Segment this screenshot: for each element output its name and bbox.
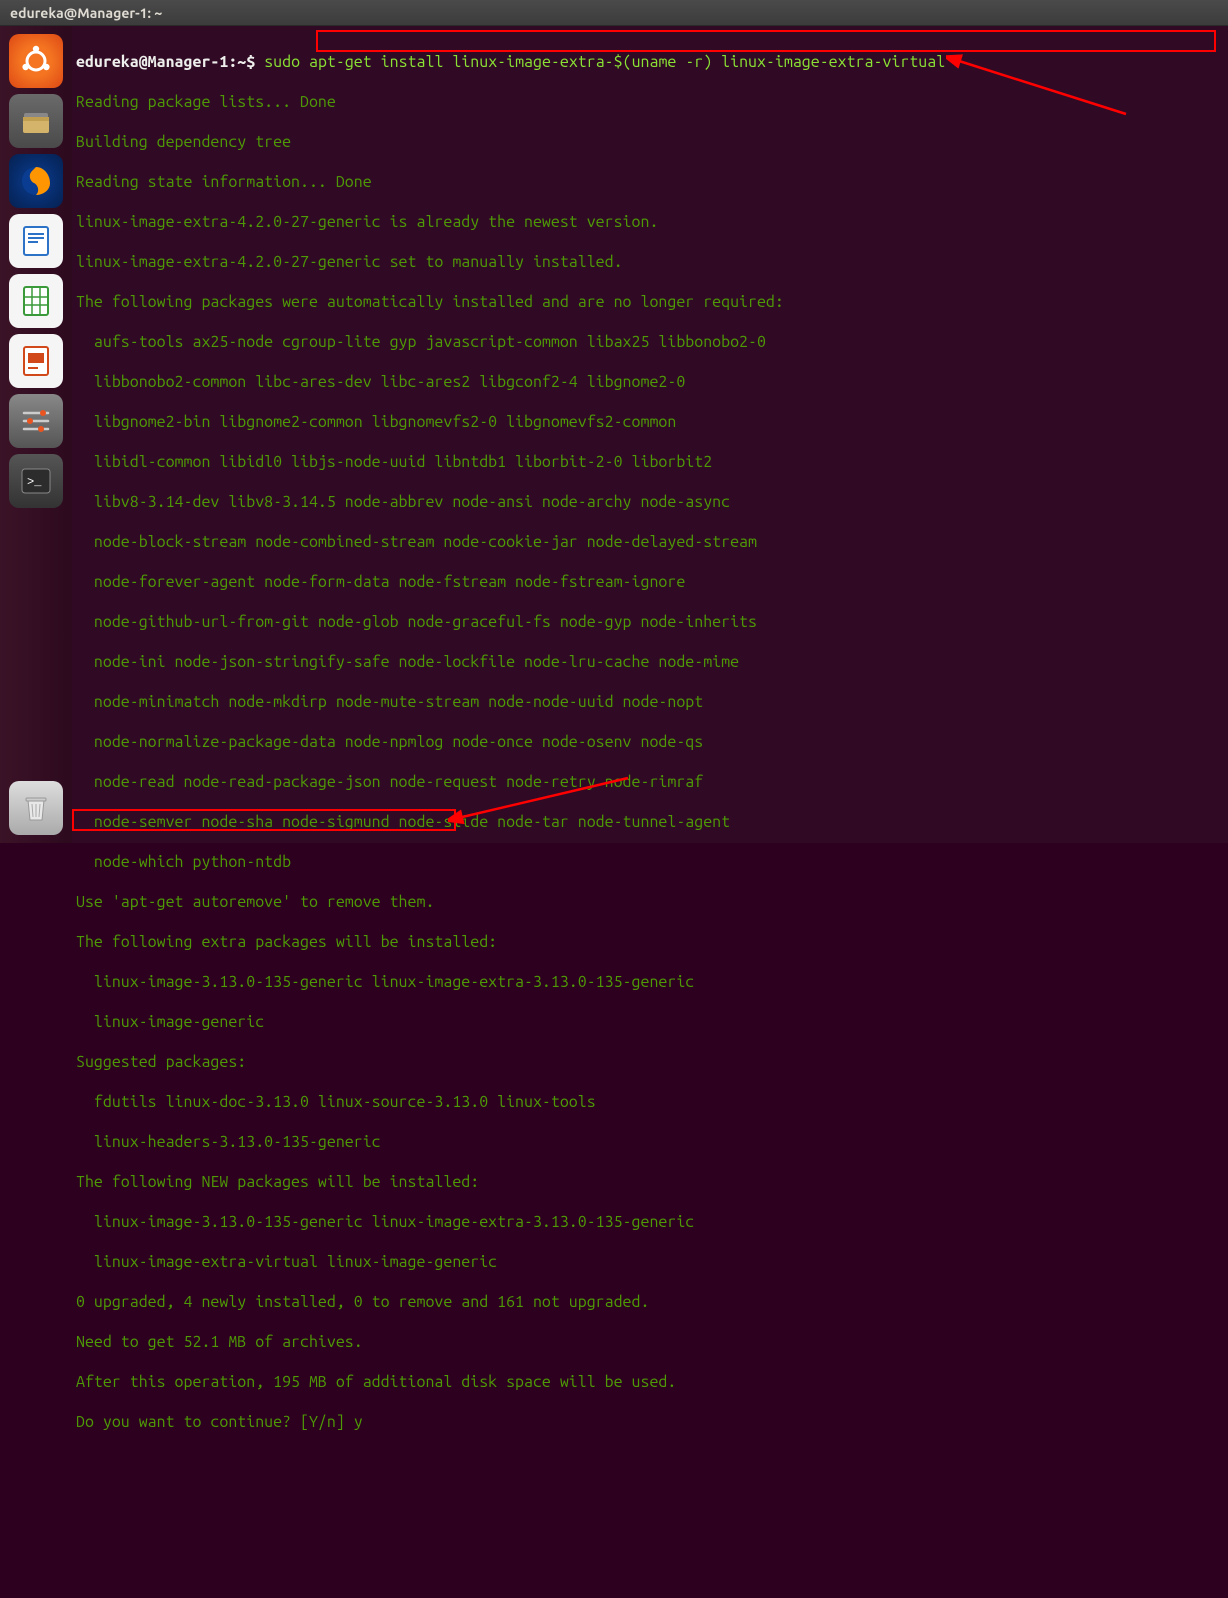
output-line: After this operation, 195 MB of addition… (76, 1372, 1224, 1392)
prompt-dollar: $ (246, 53, 255, 71)
output-line: The following extra packages will be ins… (76, 932, 1224, 952)
output-line: Reading package lists... Done (76, 92, 1224, 112)
output-line: node-normalize-package-data node-npmlog … (76, 732, 1224, 752)
output-line: node-read node-read-package-json node-re… (76, 772, 1224, 792)
launcher-impress[interactable] (9, 334, 63, 388)
writer-icon (18, 223, 54, 259)
output-line: node-minimatch node-mkdirp node-mute-str… (76, 692, 1224, 712)
output-line: libgnome2-bin libgnome2-common libgnomev… (76, 412, 1224, 432)
calc-icon (18, 283, 54, 319)
firefox-icon (18, 163, 54, 199)
output-line: Building dependency tree (76, 132, 1224, 152)
annotation-command-highlight (316, 30, 1216, 52)
unity-launcher: >_ (0, 26, 72, 843)
output-line: Need to get 52.1 MB of archives. (76, 1332, 1224, 1352)
output-line: 0 upgraded, 4 newly installed, 0 to remo… (76, 1292, 1224, 1312)
output-line: node-github-url-from-git node-glob node-… (76, 612, 1224, 632)
output-line: libbonobo2-common libc-ares-dev libc-are… (76, 372, 1224, 392)
command-text: sudo apt-get install linux-image-extra-$… (264, 53, 945, 71)
output-line: The following NEW packages will be insta… (76, 1172, 1224, 1192)
output-line: fdutils linux-doc-3.13.0 linux-source-3.… (76, 1092, 1224, 1112)
launcher-firefox[interactable] (9, 154, 63, 208)
prompt-user-host: edureka@Manager-1 (76, 53, 228, 71)
output-line: linux-headers-3.13.0-135-generic (76, 1132, 1224, 1152)
impress-icon (18, 343, 54, 379)
ubuntu-icon (18, 43, 54, 79)
window-title: edureka@Manager-1: ~ (10, 5, 162, 21)
output-line: libidl-common libidl0 libjs-node-uuid li… (76, 452, 1224, 472)
output-line: Suggested packages: (76, 1052, 1224, 1072)
launcher-calc[interactable] (9, 274, 63, 328)
output-line: aufs-tools ax25-node cgroup-lite gyp jav… (76, 332, 1224, 352)
launcher-files[interactable] (9, 94, 63, 148)
output-line: linux-image-extra-4.2.0-27-generic is al… (76, 212, 1224, 232)
output-line: node-ini node-json-stringify-safe node-l… (76, 652, 1224, 672)
output-line: linux-image-extra-virtual linux-image-ge… (76, 1252, 1224, 1272)
terminal-output[interactable]: edureka@Manager-1:~$ sudo apt-get instal… (72, 26, 1228, 1598)
output-line: linux-image-generic (76, 1012, 1224, 1032)
output-line: Use 'apt-get autoremove' to remove them. (76, 892, 1224, 912)
prompt-line: edureka@Manager-1:~$ sudo apt-get instal… (76, 52, 1224, 72)
svg-text:>_: >_ (27, 475, 42, 489)
output-line: linux-image-3.13.0-135-generic linux-ima… (76, 972, 1224, 992)
output-line: linux-image-3.13.0-135-generic linux-ima… (76, 1212, 1224, 1232)
terminal-window[interactable]: edureka@Manager-1:~$ sudo apt-get instal… (72, 26, 1228, 843)
output-line: Reading state information... Done (76, 172, 1224, 192)
launcher-writer[interactable] (9, 214, 63, 268)
prompt-sep: : (228, 53, 237, 71)
window-titlebar: edureka@Manager-1: ~ (0, 0, 1228, 26)
launcher-trash[interactable] (9, 781, 63, 835)
output-line: node-semver node-sha node-sigmund node-s… (76, 812, 1224, 832)
terminal-icon: >_ (18, 463, 54, 499)
trash-icon (18, 790, 54, 826)
output-line: linux-image-extra-4.2.0-27-generic set t… (76, 252, 1224, 272)
output-line: node-block-stream node-combined-stream n… (76, 532, 1224, 552)
output-line: node-forever-agent node-form-data node-f… (76, 572, 1224, 592)
output-line: libv8-3.14-dev libv8-3.14.5 node-abbrev … (76, 492, 1224, 512)
prompt-path: ~ (237, 53, 246, 71)
output-line: Do you want to continue? [Y/n] y (76, 1412, 1224, 1432)
launcher-terminal[interactable]: >_ (9, 454, 63, 508)
launcher-dash[interactable] (9, 34, 63, 88)
files-icon (18, 103, 54, 139)
settings-icon (18, 403, 54, 439)
output-line: The following packages were automaticall… (76, 292, 1224, 312)
launcher-settings[interactable] (9, 394, 63, 448)
output-line: node-which python-ntdb (76, 852, 1224, 872)
